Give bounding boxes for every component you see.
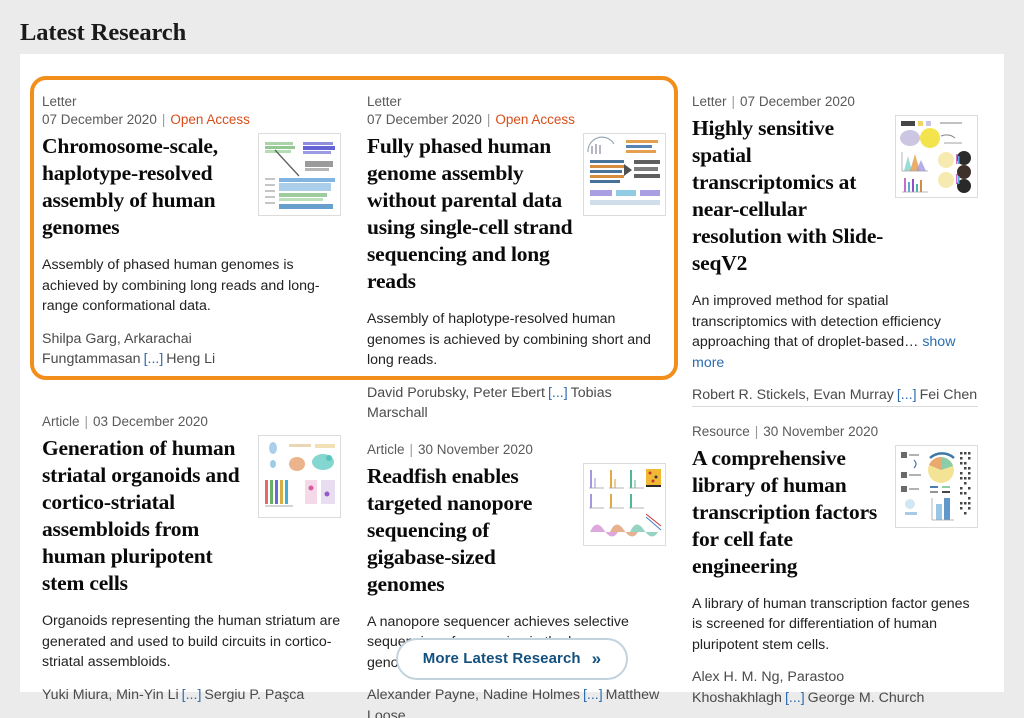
article-column-3: Letter | 07 December 2020 Highly sensiti… <box>692 80 1004 718</box>
article-description: Assembly of phased human genomes is achi… <box>42 255 341 317</box>
article-kind: Article <box>42 414 80 429</box>
article-title-wrap: Generation of human striatal organoids a… <box>42 435 341 597</box>
article-description: Assembly of haplotype-resolved human gen… <box>367 309 666 371</box>
authors-ellipsis[interactable]: [...] <box>545 385 571 401</box>
article-meta: Article | 30 November 2020 <box>367 441 666 459</box>
article-title-wrap: Readfish enables targeted nanopore seque… <box>367 462 666 598</box>
article-authors: Alexander Payne, Nadine Holmes [...] Matth… <box>367 685 666 718</box>
open-access-badge[interactable]: Open Access <box>170 112 250 127</box>
description-text: An improved method for spatial transcrip… <box>692 293 941 350</box>
article-authors: Yuki Miura, Min-Yin Li [...] Sergiu P. Paş… <box>42 685 341 706</box>
authors-lead: David Porubsky, Peter Ebert <box>367 384 545 401</box>
article-meta: Letter 07 December 2020 | Open Access <box>367 93 666 129</box>
article-authors: Shilpa Garg, Arkarachai Fungtammasan [...… <box>42 329 341 370</box>
article-title-wrap: Chromosome-scale, haplotype-resolved ass… <box>42 133 341 241</box>
article-thumbnail[interactable] <box>895 115 978 198</box>
figure-diagram-assembly-icon <box>584 134 665 215</box>
article-kind: Letter <box>367 94 402 109</box>
meta-separator: | <box>409 441 414 457</box>
open-access-badge[interactable]: Open Access <box>495 112 575 127</box>
article-kind: Letter <box>42 94 77 109</box>
article-thumbnail[interactable] <box>258 435 341 518</box>
authors-last: George M. Church <box>807 689 925 706</box>
figure-diagram-chromosome-icon <box>259 134 340 215</box>
meta-separator: | <box>486 112 491 127</box>
more-button-container: More Latest Research » <box>20 638 1004 680</box>
authors-ellipsis[interactable]: [...] <box>894 387 920 403</box>
authors-last: Heng Li <box>166 351 216 367</box>
article-date: 30 November 2020 <box>763 423 879 439</box>
authors-ellipsis[interactable]: [...] <box>580 687 606 703</box>
article-column-1: Letter 07 December 2020 | Open Access Ch… <box>42 80 367 718</box>
more-button-label: More Latest Research <box>422 650 581 667</box>
article-date: 07 December 2020 <box>42 112 157 127</box>
figure-readfish-icon <box>584 463 665 545</box>
meta-separator: | <box>161 112 166 127</box>
article-meta: Letter | 07 December 2020 <box>692 93 978 111</box>
article-date: 07 December 2020 <box>367 112 482 127</box>
article-title-wrap: Highly sensitive spatial transcriptomics… <box>692 115 978 277</box>
article-description: An improved method for spatial transcrip… <box>692 291 978 373</box>
article-meta: Article | 03 December 2020 <box>42 413 341 431</box>
article-card[interactable]: Letter 07 December 2020 | Open Access <box>367 80 692 424</box>
article-date: 30 November 2020 <box>418 441 533 457</box>
latest-research-panel: Letter 07 December 2020 | Open Access Ch… <box>20 54 1004 718</box>
page-title: Latest Research <box>20 19 187 46</box>
article-thumbnail[interactable] <box>583 133 666 216</box>
authors-last: Sergiu P. Paşca <box>204 686 305 703</box>
article-meta: Letter 07 December 2020 | Open Access <box>42 93 341 129</box>
article-column-2: Letter 07 December 2020 | Open Access Fu… <box>367 80 692 718</box>
article-card[interactable]: Letter | 07 December 2020 Highly sensiti… <box>692 80 1004 406</box>
meta-separator: | <box>731 94 736 109</box>
article-thumbnail[interactable] <box>583 462 666 546</box>
article-kind: Resource <box>692 423 750 439</box>
article-grid: Letter 07 December 2020 | Open Access Ch… <box>42 80 1004 718</box>
description-text: Assembly of phased human genomes is achi… <box>42 257 320 314</box>
meta-separator: | <box>84 414 89 429</box>
article-kind: Letter <box>692 94 727 109</box>
authors-ellipsis[interactable]: [...] <box>141 351 167 367</box>
chevron-double-right-icon: » <box>591 649 602 668</box>
meta-separator: | <box>754 423 759 439</box>
article-title-wrap: A comprehensive library of human transcr… <box>692 444 978 580</box>
authors-ellipsis[interactable]: [...] <box>782 690 808 706</box>
article-thumbnail[interactable] <box>258 133 341 216</box>
more-latest-research-button[interactable]: More Latest Research » <box>395 638 629 680</box>
authors-lead: Robert R. Stickels, Evan Murray <box>692 387 894 403</box>
authors-ellipsis[interactable]: [...] <box>179 687 205 703</box>
article-title-wrap: Fully phased human genome assembly witho… <box>367 133 666 295</box>
figure-tf-library-icon <box>896 445 977 527</box>
authors-lead: Alexander Payne, Nadine Holmes <box>367 687 580 703</box>
article-thumbnail[interactable] <box>895 444 978 528</box>
article-date: 03 December 2020 <box>93 414 208 429</box>
latest-research-page: Latest Research Letter 07 December 2020 |… <box>0 0 1024 718</box>
article-date: 07 December 2020 <box>740 94 855 109</box>
description-text: Assembly of haplotype-resolved human gen… <box>367 311 651 368</box>
article-authors: David Porubsky, Peter Ebert [...] Tobias M… <box>367 383 666 424</box>
article-meta: Resource | 30 November 2020 <box>692 423 978 441</box>
figure-slideseq-icon <box>896 116 977 197</box>
article-kind: Article <box>367 441 405 457</box>
authors-lead: Yuki Miura, Min-Yin Li <box>42 686 179 703</box>
article-authors: Robert R. Stickels, Evan Murray [...] Fei … <box>692 385 978 406</box>
authors-last: Fei Chen <box>919 387 978 403</box>
article-card[interactable]: Letter 07 December 2020 | Open Access <box>42 80 367 396</box>
figure-organoids-icon <box>259 436 340 517</box>
